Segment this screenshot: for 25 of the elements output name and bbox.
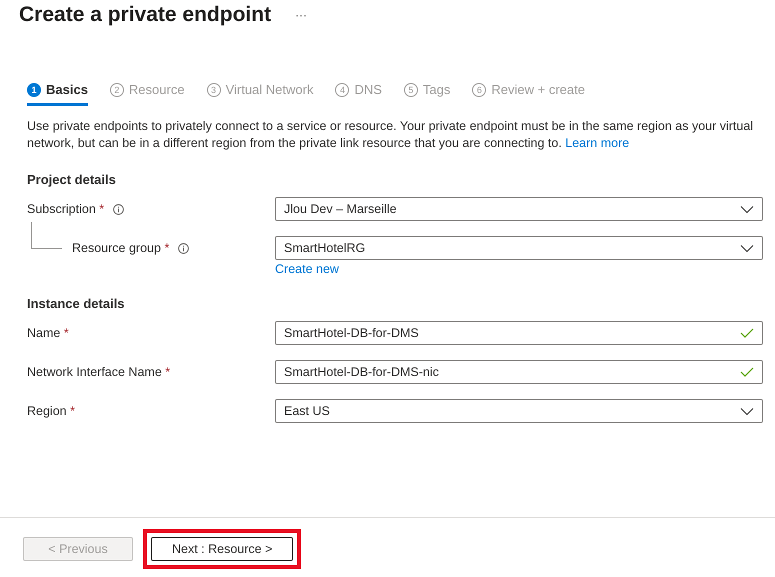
create-new-link[interactable]: Create new: [275, 262, 763, 276]
chevron-down-icon: [740, 406, 754, 416]
field-label: Network Interface Name *: [27, 365, 170, 379]
info-icon[interactable]: [178, 242, 190, 254]
page-title: Create a private endpoint: [19, 3, 272, 27]
field-label: Subscription *: [27, 202, 104, 216]
wizard-tab[interactable]: 1 Basics: [27, 82, 88, 106]
dropdown[interactable]: East US: [275, 399, 763, 423]
field-label: Name *: [27, 326, 69, 340]
section-heading: Instance details: [27, 296, 126, 311]
description-text: Use private endpoints to privately connect to a service or resource. Your private endpoint must be in the same region as your virtual network, but can be in a different region from the private link resource that you are connecting to. Learn more: [27, 118, 754, 152]
field-label: Resource group *: [72, 241, 170, 255]
learn-more-link[interactable]: Learn more: [565, 136, 630, 150]
chevron-down-icon: [740, 243, 754, 253]
dropdown[interactable]: Jlou Dev – Marseille: [275, 197, 763, 221]
next-button[interactable]: Next : Resource >: [151, 537, 294, 561]
text-field[interactable]: SmartHotel-DB-for-DMS: [275, 321, 763, 345]
dropdown[interactable]: SmartHotelRG: [275, 236, 763, 260]
section-heading: Project details: [27, 172, 117, 187]
more-options-button[interactable]: ···: [295, 8, 308, 22]
tree-connector: [31, 222, 62, 249]
field-label: Region *: [27, 404, 75, 418]
chevron-down-icon: [740, 204, 754, 214]
text-field[interactable]: SmartHotel-DB-for-DMS-nic: [275, 360, 763, 384]
info-icon[interactable]: [113, 204, 124, 214]
